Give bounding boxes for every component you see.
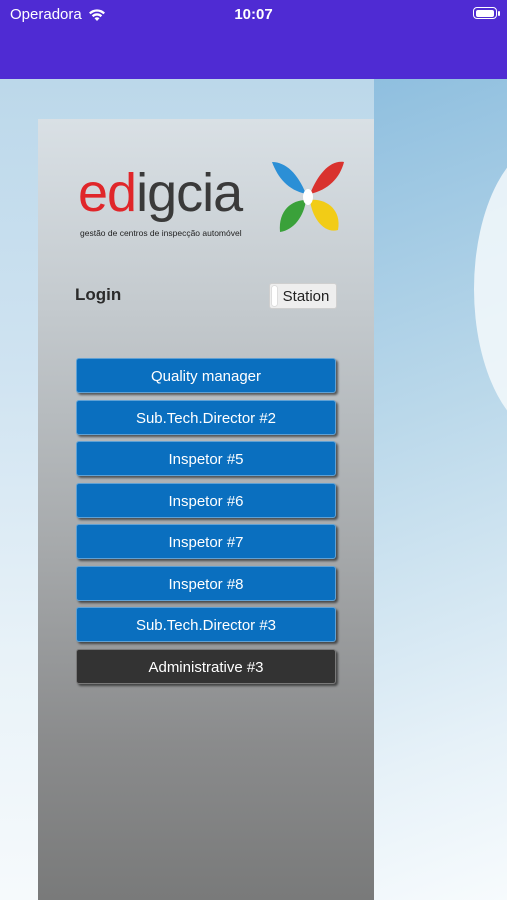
login-title: Login bbox=[75, 285, 122, 304]
station-toggle[interactable]: Station bbox=[269, 283, 337, 309]
background-right bbox=[374, 79, 507, 900]
user-button[interactable]: Inspetor #8 bbox=[76, 565, 336, 601]
user-button[interactable]: Inspetor #7 bbox=[76, 524, 336, 559]
user-button[interactable]: Quality manager bbox=[76, 358, 336, 393]
logo-wordmark: edigcia bbox=[78, 163, 243, 223]
user-button[interactable]: Sub.Tech.Director #2 bbox=[76, 399, 336, 435]
user-button[interactable]: Inspetor #5 bbox=[76, 441, 336, 476]
logo-tagline: gestão de centros de inspecção automóvel bbox=[80, 228, 242, 238]
user-button[interactable]: Administrative #3 bbox=[76, 648, 336, 684]
battery-icon bbox=[473, 7, 500, 19]
logo-butterfly-icon bbox=[272, 161, 344, 232]
app-content: edigcia gestão de centros de inspecção a… bbox=[0, 79, 507, 900]
edigcia-logo: edigcia gestão de centros de inspecção a… bbox=[78, 161, 358, 244]
clock: 10:07 bbox=[234, 6, 273, 23]
status-bar: Operadora 10:07 bbox=[0, 0, 507, 79]
user-button[interactable]: Inspetor #6 bbox=[76, 482, 336, 518]
login-panel: edigcia gestão de centros de inspecção a… bbox=[38, 119, 374, 900]
user-button[interactable]: Sub.Tech.Director #3 bbox=[76, 607, 336, 642]
